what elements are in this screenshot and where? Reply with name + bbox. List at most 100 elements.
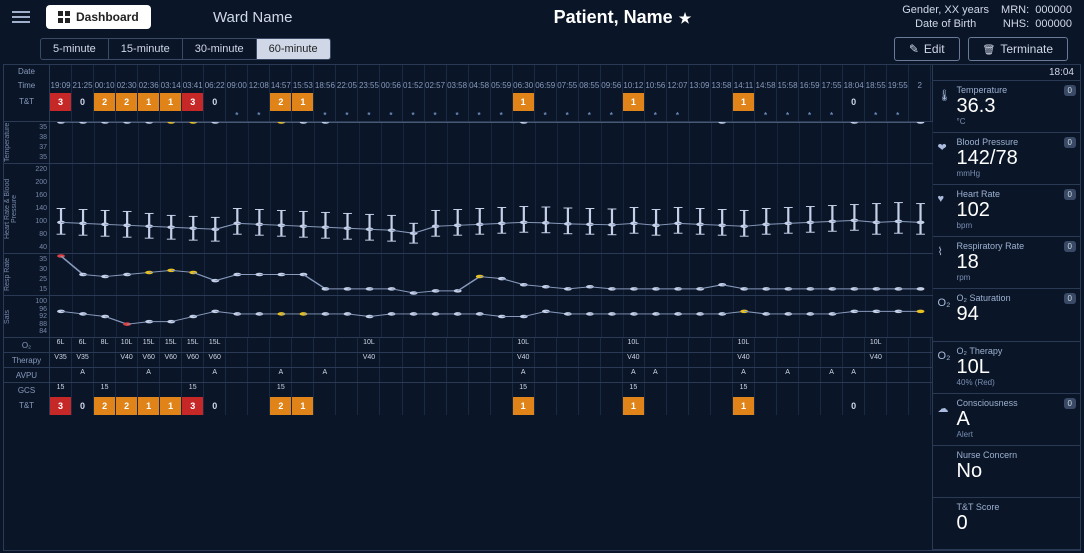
terminate-button[interactable]: Terminate bbox=[968, 37, 1068, 61]
date-cell bbox=[425, 65, 447, 79]
o2-cell bbox=[447, 338, 469, 352]
vital-temperature[interactable]: 🌡Temperature36.3°C0 bbox=[933, 81, 1080, 133]
date-cell bbox=[160, 65, 182, 79]
tab-60-minute[interactable]: 60-minute bbox=[257, 39, 330, 59]
vital-nurse-concern[interactable]: Nurse ConcernNo bbox=[933, 446, 1080, 498]
gcs-cell bbox=[380, 383, 402, 397]
time-cell: 07:55 bbox=[557, 79, 579, 93]
avpu-cell: A bbox=[843, 368, 865, 382]
tt-cell bbox=[403, 93, 425, 111]
therapy-cell: V60 bbox=[204, 353, 226, 367]
menu-icon[interactable] bbox=[8, 7, 34, 27]
gcs-cell bbox=[689, 383, 711, 397]
vital-icon: 🌡 bbox=[938, 89, 952, 103]
tt-cell: 1 bbox=[623, 397, 645, 415]
o2-cell bbox=[821, 338, 843, 352]
score-badge: 0 bbox=[1064, 293, 1076, 304]
o2-cell bbox=[689, 338, 711, 352]
tab-15-minute[interactable]: 15-minute bbox=[109, 39, 183, 59]
date-cell bbox=[755, 65, 777, 79]
tab-30-minute[interactable]: 30-minute bbox=[183, 39, 257, 59]
edit-button[interactable]: Edit bbox=[894, 37, 960, 61]
time-cell: 12:08 bbox=[248, 79, 270, 93]
therapy-cell: V40 bbox=[358, 353, 380, 367]
tt-cell bbox=[403, 397, 425, 415]
tt-cell bbox=[447, 93, 469, 111]
tt-cell bbox=[601, 397, 623, 415]
o2-cell: 15L bbox=[160, 338, 182, 352]
star-icon[interactable]: ★ bbox=[679, 10, 692, 26]
tt-cell: 2 bbox=[94, 397, 116, 415]
score-badge: 0 bbox=[1064, 398, 1076, 409]
vital-t-t-score[interactable]: T&T Score0 bbox=[933, 498, 1080, 550]
tt-cell bbox=[336, 93, 358, 111]
gcs-cell bbox=[336, 383, 358, 397]
vital-blood-pressure[interactable]: ❤Blood Pressure142/78mmHg0 bbox=[933, 133, 1080, 185]
therapy-cell bbox=[601, 353, 623, 367]
o2-cell bbox=[777, 338, 799, 352]
therapy-cell bbox=[821, 353, 843, 367]
gcs-cell bbox=[248, 383, 270, 397]
time-cell: 10:12 bbox=[623, 79, 645, 93]
time-cell: 15:53 bbox=[292, 79, 314, 93]
therapy-cell bbox=[380, 353, 402, 367]
o2-cell: 15L bbox=[182, 338, 204, 352]
time-cell: 03:58 bbox=[447, 79, 469, 93]
time-cell: 04:58 bbox=[469, 79, 491, 93]
tt-cell: 3 bbox=[182, 93, 204, 111]
therapy-cell bbox=[777, 353, 799, 367]
vital-respiratory-rate[interactable]: ⌇Respiratory Rate18rpm0 bbox=[933, 237, 1080, 289]
dashboard-button[interactable]: Dashboard bbox=[46, 5, 151, 29]
avpu-cell bbox=[535, 368, 557, 382]
gcs-cell bbox=[116, 383, 138, 397]
tt-cell bbox=[380, 93, 402, 111]
tt-cell: 0 bbox=[72, 93, 94, 111]
o2-cell bbox=[270, 338, 292, 352]
avpu-cell bbox=[557, 368, 579, 382]
ward-name: Ward Name bbox=[163, 9, 343, 26]
tt-cell bbox=[667, 397, 689, 415]
tt-cell bbox=[579, 397, 601, 415]
therapy-cell bbox=[755, 353, 777, 367]
tt-cell bbox=[667, 93, 689, 111]
chart-heart-rate-blood-pressure: Heart Rate & Blood Pressure2202001601401… bbox=[4, 163, 932, 253]
therapy-cell: V35 bbox=[72, 353, 94, 367]
row-label: T&T bbox=[4, 93, 50, 111]
therapy-cell bbox=[557, 353, 579, 367]
therapy-cell bbox=[447, 353, 469, 367]
therapy-cell: V35 bbox=[50, 353, 72, 367]
tt-cell bbox=[799, 93, 821, 111]
grid-icon bbox=[58, 11, 70, 23]
therapy-cell: V40 bbox=[513, 353, 535, 367]
tt-cell: 1 bbox=[733, 93, 755, 111]
gcs-cell bbox=[667, 383, 689, 397]
tt-cell bbox=[469, 397, 491, 415]
tt-cell bbox=[248, 93, 270, 111]
tt-cell: 3 bbox=[50, 93, 72, 111]
vital-consciousness[interactable]: ☁ConsciousnessAAlert0 bbox=[933, 394, 1080, 446]
time-cell: 14:57 bbox=[270, 79, 292, 93]
avpu-cell bbox=[292, 368, 314, 382]
gcs-cell bbox=[557, 383, 579, 397]
vital-o-therapy[interactable]: O₂O₂ Therapy10L40% (Red) bbox=[933, 342, 1080, 394]
date-cell bbox=[623, 65, 645, 79]
row-label: O₂ bbox=[4, 338, 50, 352]
tt-cell: 2 bbox=[270, 93, 292, 111]
vital-heart-rate[interactable]: ♥Heart Rate102bpm0 bbox=[933, 185, 1080, 237]
time-cell: 05:59 bbox=[491, 79, 513, 93]
o2-cell: 10L bbox=[358, 338, 380, 352]
time-cell: 18:56 bbox=[314, 79, 336, 93]
therapy-cell bbox=[491, 353, 513, 367]
vital-o-saturation[interactable]: O₂O₂ Saturation940 bbox=[933, 289, 1080, 341]
avpu-cell bbox=[689, 368, 711, 382]
time-cell: 03:41 bbox=[182, 79, 204, 93]
date-cell bbox=[601, 65, 623, 79]
avpu-cell: A bbox=[821, 368, 843, 382]
o2-cell bbox=[535, 338, 557, 352]
row-label: GCS bbox=[4, 383, 50, 397]
avpu-cell bbox=[425, 368, 447, 382]
tt-cell: 1 bbox=[733, 397, 755, 415]
tab-5-minute[interactable]: 5-minute bbox=[41, 39, 109, 59]
tt-cell bbox=[865, 397, 887, 415]
time-cell: 01:52 bbox=[403, 79, 425, 93]
